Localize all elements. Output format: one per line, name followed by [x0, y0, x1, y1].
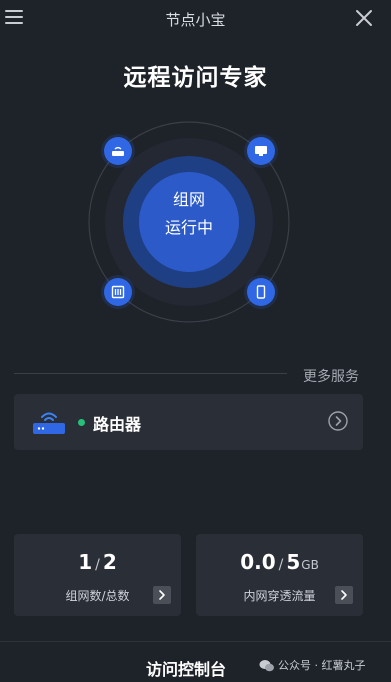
- network-count-separator: /: [95, 557, 100, 573]
- router-node[interactable]: [104, 137, 132, 165]
- traffic-unit: GB: [301, 558, 319, 572]
- traffic-separator: /: [278, 557, 284, 573]
- chevron-right-icon[interactable]: [153, 586, 171, 604]
- server-node[interactable]: [104, 278, 132, 306]
- network-orbit-graphic: [88, 121, 290, 323]
- watermark-text: 公众号 · 红薯丸子: [278, 659, 366, 672]
- network-count-current: 1: [78, 550, 93, 574]
- center-label-line1: 组网: [172, 190, 205, 209]
- more-services-link[interactable]: 更多服务: [303, 366, 359, 386]
- center-label-line2: 运行中: [164, 218, 213, 237]
- traffic-value: 0.0/5GB: [196, 550, 363, 574]
- chevron-right-icon[interactable]: [335, 586, 353, 604]
- wechat-icon: [259, 660, 274, 672]
- section-divider: [14, 373, 287, 374]
- watermark: 公众号 · 红薯丸子: [259, 657, 366, 675]
- chevron-right-circle-icon[interactable]: [328, 411, 348, 431]
- traffic-card: 0.0/5GB 内网穿透流量: [196, 534, 363, 616]
- network-status-center: 组网 运行中: [140, 186, 238, 260]
- network-count-card: 1/2 组网数/总数: [14, 534, 181, 616]
- access-console-button[interactable]: 访问控制台: [146, 656, 226, 680]
- desktop-node[interactable]: [247, 137, 275, 165]
- network-count-value: 1/2: [14, 550, 181, 574]
- router-icon: [112, 146, 124, 156]
- router-label: 路由器: [93, 415, 142, 434]
- phone-node[interactable]: [247, 278, 275, 306]
- traffic-current: 0.0: [240, 550, 276, 574]
- desktop-icon: [255, 146, 267, 156]
- router-device-icon: [33, 412, 65, 434]
- network-count-total: 2: [102, 550, 117, 574]
- router-card[interactable]: 路由器: [14, 394, 363, 450]
- phone-icon: [256, 285, 266, 299]
- footer-divider: [0, 641, 391, 642]
- online-status-dot: [78, 419, 85, 426]
- traffic-total: 5: [286, 550, 301, 574]
- server-icon: [111, 285, 125, 299]
